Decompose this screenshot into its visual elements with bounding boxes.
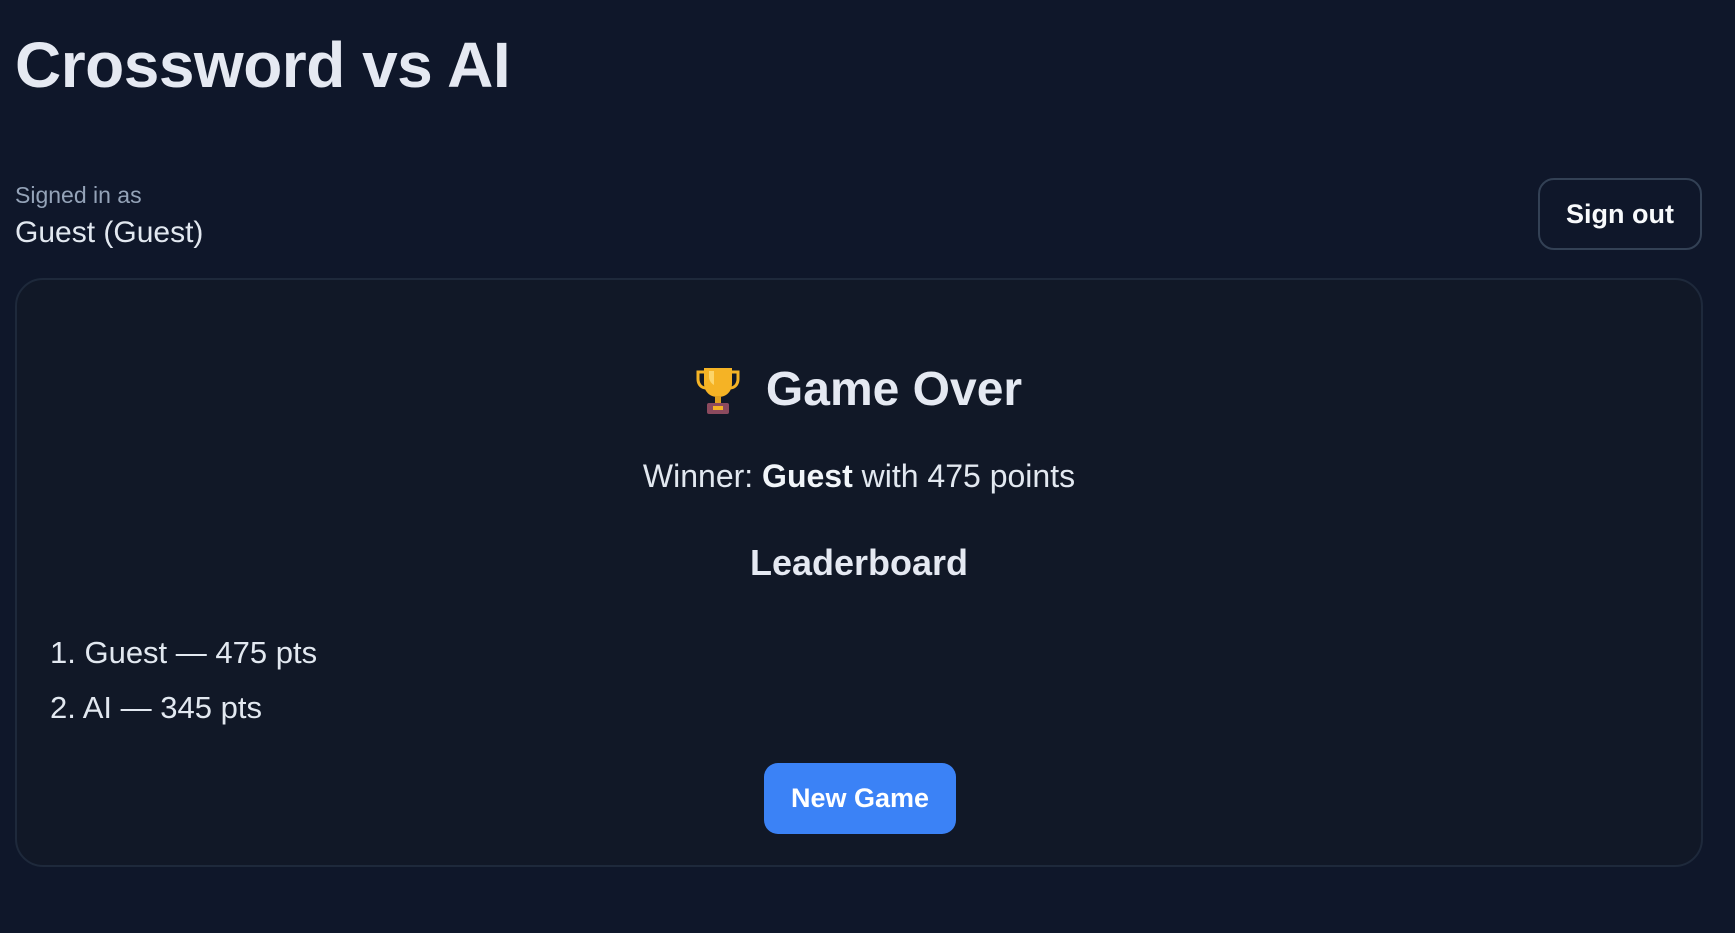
trophy-icon — [696, 365, 740, 415]
winner-prefix: Winner: — [642, 458, 763, 494]
game-over-title: Game Over — [765, 363, 1023, 416]
sign-out-button[interactable]: Sign out — [1538, 178, 1702, 250]
signed-in-label: Signed in as — [15, 182, 142, 208]
winner-line: Winner: Guest with 475 points — [17, 458, 1701, 495]
user-bar: Signed in as Guest (Guest) Sign out — [15, 178, 1702, 254]
winner-name: Guest — [762, 458, 853, 494]
leaderboard-title: Leaderboard — [749, 542, 969, 583]
app-page: Crossword vs AI Signed in as Guest (Gues… — [0, 0, 1735, 933]
app-title: Crossword vs AI — [15, 29, 511, 101]
leaderboard-entry: 1. Guest — 475 pts — [50, 635, 318, 670]
winner-suffix: with 475 points — [852, 458, 1076, 494]
game-result-card: Game Over Winner: Guest with 475 points … — [15, 278, 1703, 867]
game-over-heading: Game Over — [17, 360, 1701, 420]
new-game-button[interactable]: New Game — [764, 763, 956, 834]
user-name: Guest (Guest) — [15, 216, 204, 249]
leaderboard-entry: 2. AI — 345 pts — [50, 690, 262, 725]
leaderboard-list: 1. Guest — 475 pts 2. AI — 345 pts — [50, 625, 317, 735]
